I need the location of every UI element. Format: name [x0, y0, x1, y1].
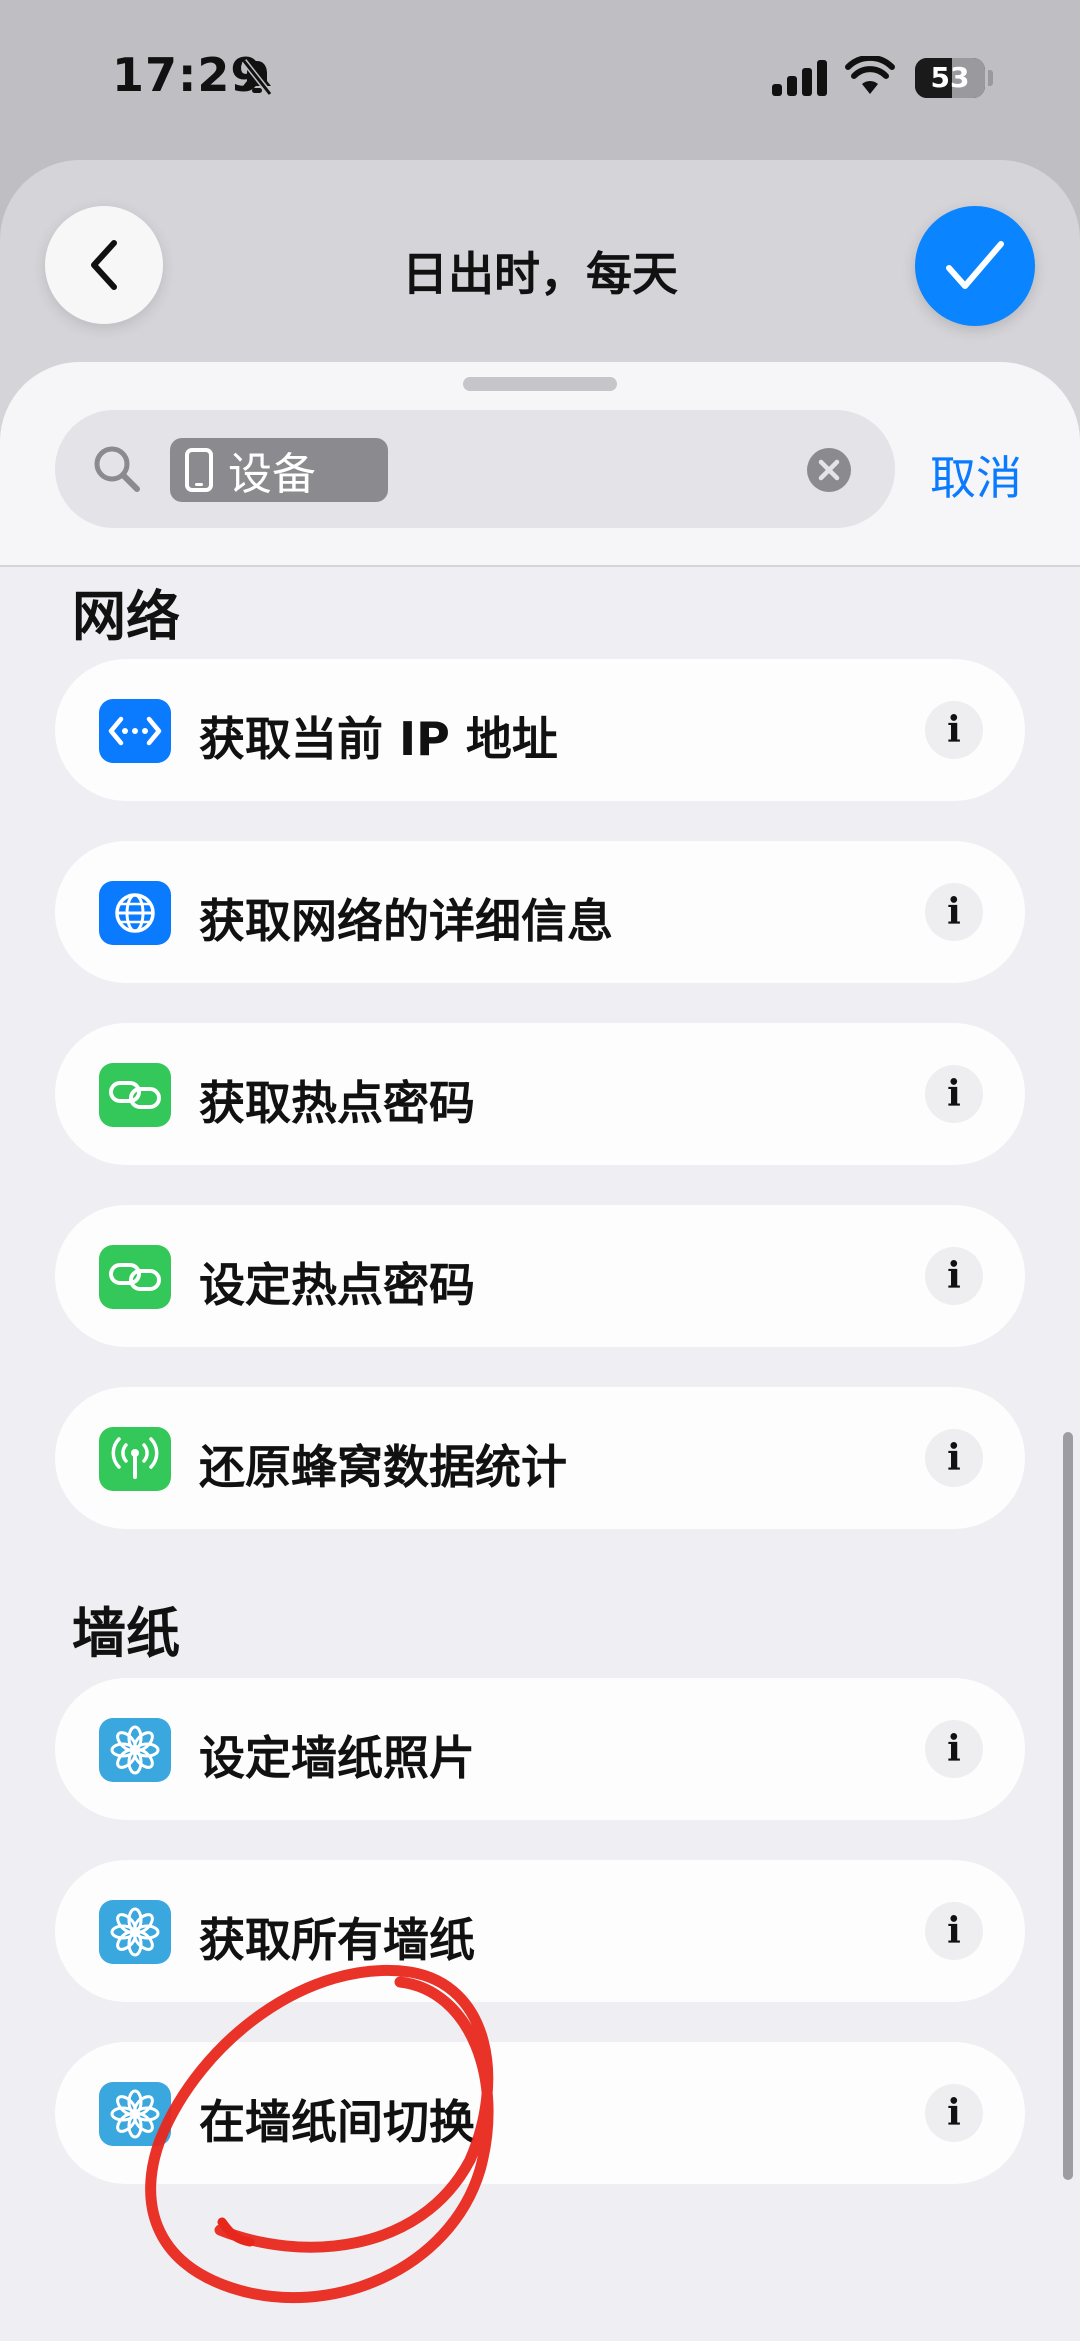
- done-button[interactable]: [915, 206, 1035, 326]
- section-title-network: 网络: [72, 585, 180, 648]
- info-icon[interactable]: i: [925, 701, 983, 759]
- sheet-grabber[interactable]: [463, 377, 617, 391]
- battery-level: 53: [930, 61, 970, 94]
- list-item[interactable]: 获取热点密码 i: [55, 1023, 1025, 1165]
- battery-indicator: 53: [915, 58, 985, 98]
- info-icon[interactable]: i: [925, 1065, 983, 1123]
- list-item[interactable]: 在墙纸间切换 i: [55, 2042, 1025, 2184]
- battery-cap: [988, 70, 993, 86]
- info-icon[interactable]: i: [925, 1902, 983, 1960]
- phone-icon: [185, 448, 213, 492]
- list-item[interactable]: 设定墙纸照片 i: [55, 1678, 1025, 1820]
- list-item-label: 获取所有墙纸: [199, 1913, 475, 1967]
- chevron-left-icon: [91, 240, 117, 290]
- clear-search-icon[interactable]: [805, 446, 853, 494]
- list-item[interactable]: 获取所有墙纸 i: [55, 1860, 1025, 2002]
- list-item[interactable]: 设定热点密码 i: [55, 1205, 1025, 1347]
- info-icon[interactable]: i: [925, 1429, 983, 1487]
- flower-icon: [99, 2082, 171, 2146]
- sheet-header: 设备 取消: [0, 362, 1080, 567]
- search-token-device[interactable]: 设备: [170, 438, 388, 502]
- flower-icon: [99, 1900, 171, 1964]
- cancel-button[interactable]: 取消: [930, 442, 1022, 508]
- section-title-wallpaper: 墙纸: [72, 1602, 180, 1665]
- info-icon[interactable]: i: [925, 1720, 983, 1778]
- list-item[interactable]: 获取当前 IP 地址 i: [55, 659, 1025, 801]
- list-item-label: 设定热点密码: [199, 1258, 475, 1312]
- list-item-label: 获取热点密码: [199, 1076, 475, 1130]
- scroll-indicator[interactable]: [1063, 1432, 1073, 2180]
- back-button[interactable]: [45, 206, 163, 324]
- list-item-label: 设定墙纸照片: [199, 1731, 475, 1785]
- list-item[interactable]: 获取网络的详细信息 i: [55, 841, 1025, 983]
- action-sheet: 设备 取消 网络 获取当前 IP 地址 i 获取网络的详细信息 i 获取热点密码…: [0, 362, 1080, 2341]
- search-token-label: 设备: [228, 449, 316, 500]
- list-item-label: 还原蜂窝数据统计: [199, 1440, 567, 1494]
- status-bar: 17:29 53: [0, 0, 1080, 160]
- page-title: 日出时，每天: [402, 247, 678, 301]
- hotspot-link-icon: [99, 1063, 171, 1127]
- wifi-icon: [845, 56, 895, 94]
- search-field[interactable]: 设备: [55, 410, 895, 528]
- cellular-signal-icon: [772, 60, 827, 96]
- list-item-label: 获取当前 IP 地址: [199, 712, 558, 766]
- checkmark-icon: [946, 241, 1004, 289]
- list-item[interactable]: 还原蜂窝数据统计 i: [55, 1387, 1025, 1529]
- ip-address-icon: [99, 699, 171, 763]
- search-icon: [94, 446, 140, 492]
- bell-muted-icon: [241, 59, 273, 96]
- globe-icon: [99, 881, 171, 945]
- info-icon[interactable]: i: [925, 2084, 983, 2142]
- hotspot-link-icon: [99, 1245, 171, 1309]
- flower-icon: [99, 1718, 171, 1782]
- antenna-icon: [99, 1427, 171, 1491]
- list-item-label: 在墙纸间切换: [199, 2095, 475, 2149]
- list-item-label: 获取网络的详细信息: [199, 894, 613, 948]
- info-icon[interactable]: i: [925, 1247, 983, 1305]
- info-icon[interactable]: i: [925, 883, 983, 941]
